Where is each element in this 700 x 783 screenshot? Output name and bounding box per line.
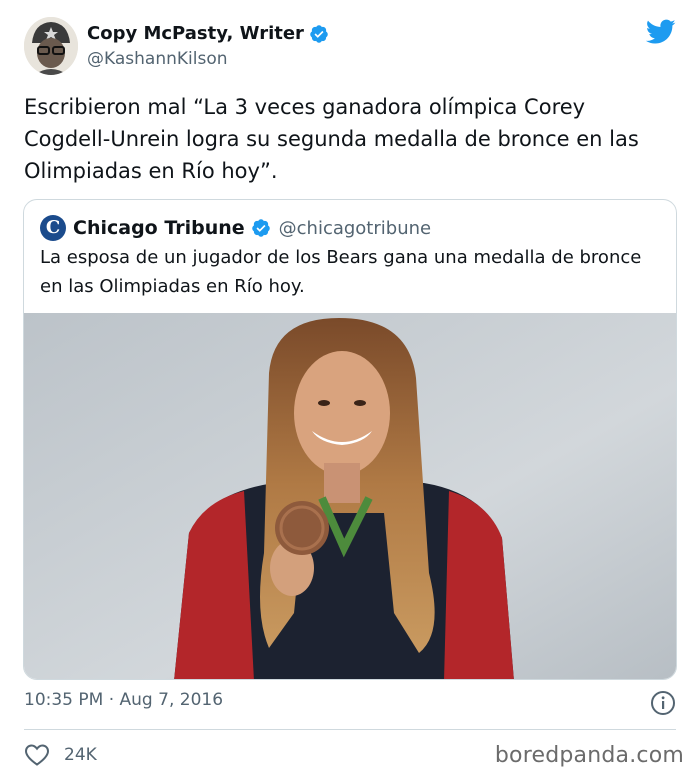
heart-icon[interactable] xyxy=(24,743,50,767)
like-count: 24K xyxy=(64,745,97,765)
info-icon[interactable] xyxy=(650,690,676,716)
watermark: boredpanda.com xyxy=(494,743,684,768)
like-action[interactable]: 24K xyxy=(24,743,97,767)
display-name-text[interactable]: Copy McPasty, Writer xyxy=(87,23,304,45)
tweet-text: Escribieron mal “La 3 veces ganadora olí… xyxy=(24,95,639,183)
twitter-bird-icon[interactable] xyxy=(646,19,676,45)
tweet-timestamp[interactable]: 10:35 PM · Aug 7, 2016 xyxy=(24,690,223,710)
tweet-header: Copy McPasty, Writer @KashannKilson xyxy=(24,17,676,77)
quoted-tweet-header: C Chicago Tribune @chicagotribune xyxy=(40,215,431,241)
quoted-display-name[interactable]: Chicago Tribune xyxy=(73,217,245,239)
chicago-tribune-logo[interactable]: C xyxy=(40,215,66,241)
quoted-tweet-text: La esposa de un jugador de los Bears gan… xyxy=(40,247,642,297)
user-handle[interactable]: @KashannKilson xyxy=(87,48,329,70)
verified-badge-icon xyxy=(310,25,328,43)
quoted-tweet-card[interactable]: C Chicago Tribune @chicagotribune La esp… xyxy=(23,199,677,680)
verified-badge-icon xyxy=(251,219,270,237)
athlete-medal-photo[interactable] xyxy=(24,313,677,680)
quoted-user-handle[interactable]: @chicagotribune xyxy=(279,218,431,239)
avatar[interactable] xyxy=(24,17,78,75)
divider xyxy=(24,729,676,730)
display-name[interactable]: Copy McPasty, Writer xyxy=(87,23,329,45)
